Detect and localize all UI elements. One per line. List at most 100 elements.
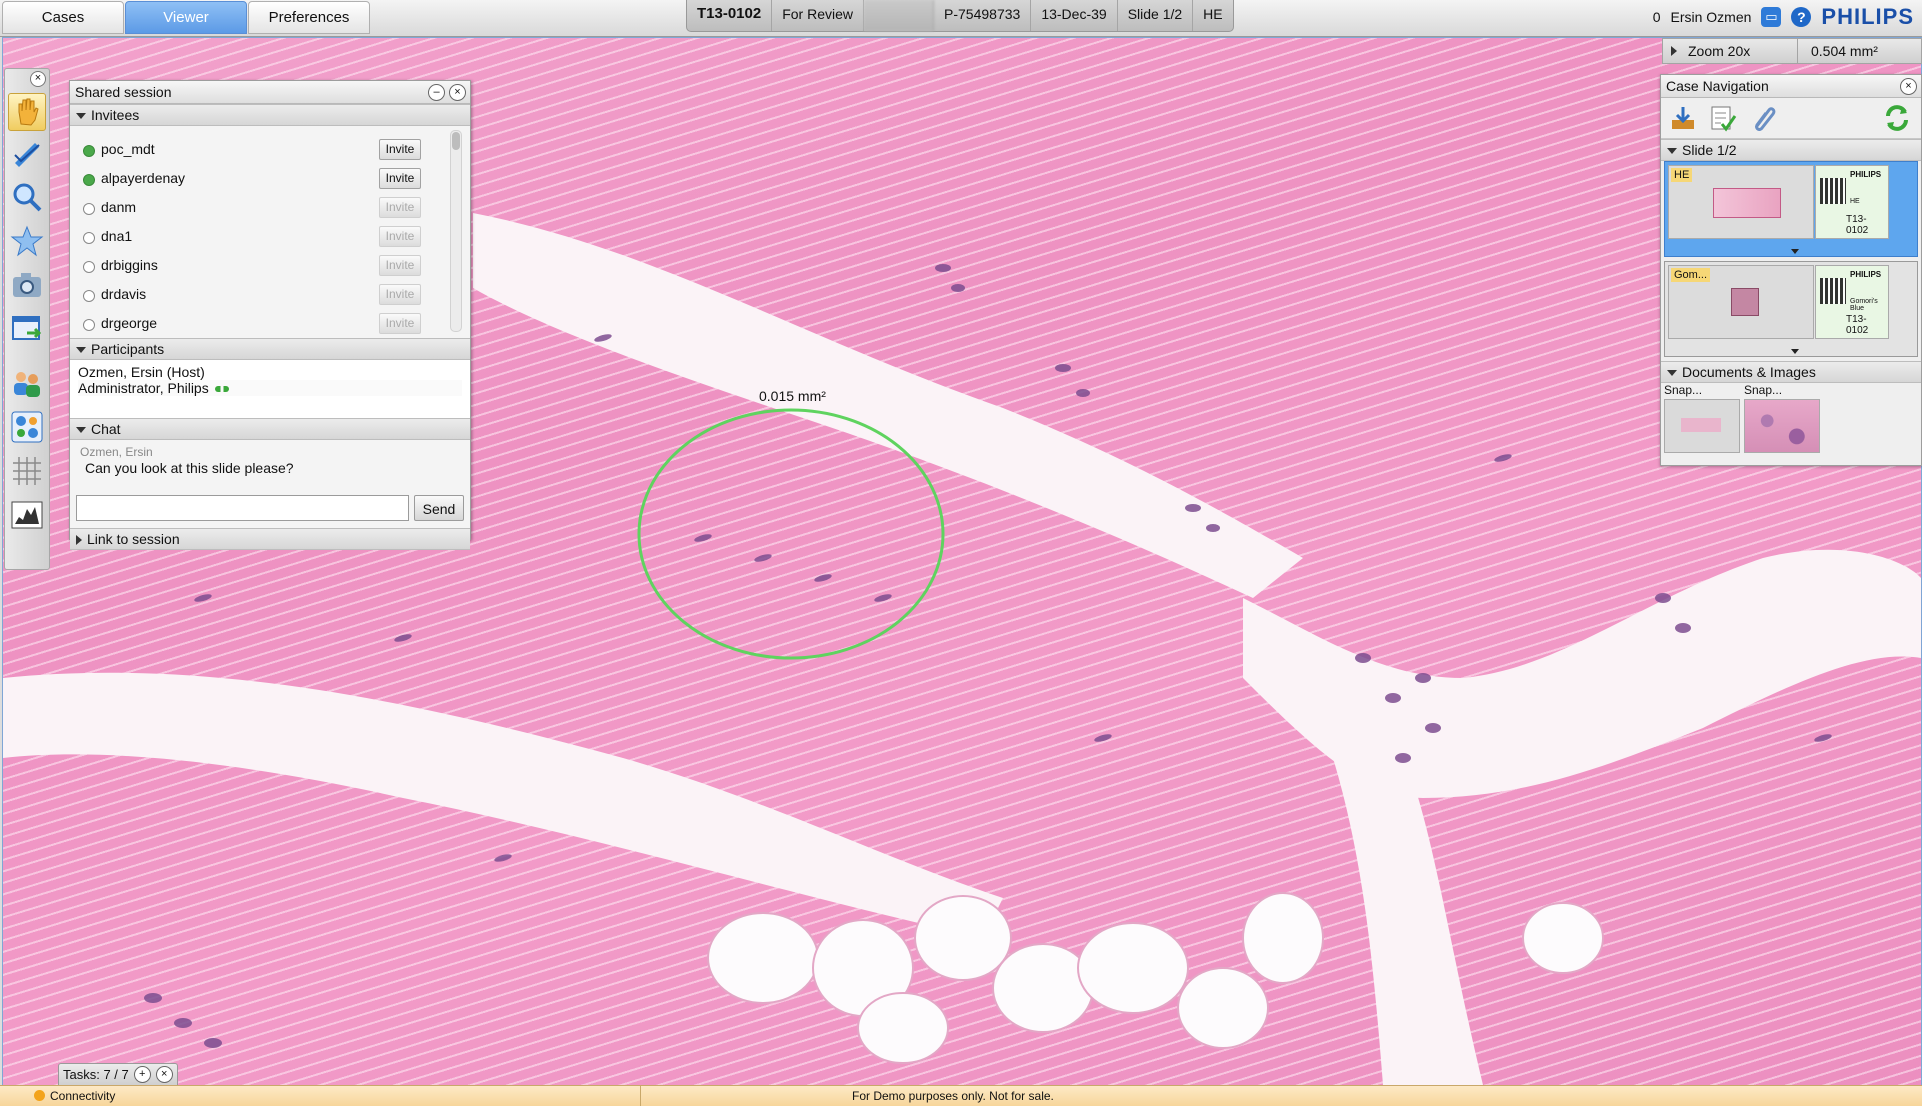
image-adjust-tool[interactable] xyxy=(9,497,45,533)
users-icon xyxy=(14,372,40,397)
invite-button[interactable]: Invite xyxy=(379,197,421,218)
download-icon[interactable] xyxy=(1669,104,1697,132)
send-button[interactable]: Send xyxy=(414,495,464,521)
document-thumbnail[interactable]: Snap... xyxy=(1664,383,1740,453)
chevron-down-icon xyxy=(1667,148,1677,155)
chat-section-header[interactable]: Chat xyxy=(70,418,470,440)
list-item: drgeorge Invite xyxy=(70,310,440,338)
tissue-thumbnail xyxy=(1731,288,1759,316)
chevron-down-icon[interactable] xyxy=(1791,249,1799,254)
section-label: Participants xyxy=(91,341,165,357)
share-session-tool[interactable] xyxy=(9,365,45,401)
status-bar: Connectivity For Demo purposes only. Not… xyxy=(0,1085,1922,1106)
invitee-name: danm xyxy=(101,199,137,215)
document-label: Snap... xyxy=(1744,383,1783,397)
connectivity-label[interactable]: Connectivity xyxy=(50,1089,115,1103)
invite-button[interactable]: Invite xyxy=(379,313,421,334)
invitees-section-header[interactable]: Invitees xyxy=(70,104,470,126)
divider xyxy=(640,1086,641,1106)
tasks-bar: Tasks: 7 / 7 + × xyxy=(58,1063,178,1086)
participant-role: Administrator, Philips xyxy=(78,380,462,396)
annotate-tool[interactable] xyxy=(9,135,45,171)
magnify-tool[interactable] xyxy=(9,179,45,215)
chevron-down-icon[interactable] xyxy=(1791,349,1799,354)
panel-title: Case Navigation × xyxy=(1661,75,1921,98)
expand-icon[interactable] xyxy=(1671,46,1677,56)
label-stain: Gomori's Blue xyxy=(1850,298,1878,312)
tab-viewer[interactable]: Viewer xyxy=(125,1,247,34)
invitee-name: drgeorge xyxy=(101,315,158,331)
label-stain: HE xyxy=(1850,198,1860,205)
zoom-level[interactable]: Zoom 20x xyxy=(1688,43,1750,59)
pan-tool[interactable] xyxy=(8,93,46,131)
snapshot-tool[interactable] xyxy=(9,267,45,303)
list-item: drbiggins Invite xyxy=(70,252,440,281)
cell-count-tool[interactable] xyxy=(9,409,45,445)
attachment-icon[interactable] xyxy=(1749,104,1777,132)
slide-thumbnail[interactable]: Gom... PHILIPS Gomori's Blue T13-0102 xyxy=(1664,261,1918,357)
document-label: Snap... xyxy=(1664,383,1703,397)
case-status: For Review xyxy=(772,0,865,31)
case-info-bar: T13-0102 For Review xxxxxxx P-75498733 1… xyxy=(686,0,1234,32)
favorite-tool[interactable] xyxy=(9,223,45,259)
export-tool[interactable] xyxy=(9,311,45,347)
invite-button[interactable]: Invite xyxy=(379,284,421,305)
refresh-icon[interactable] xyxy=(1883,104,1911,132)
tissue-thumbnail xyxy=(1681,418,1721,432)
list-item: danm Invite xyxy=(70,194,440,223)
invite-button[interactable]: Invite xyxy=(379,168,421,189)
tasks-count[interactable]: Tasks: 7 / 7 xyxy=(63,1064,129,1085)
offline-status-icon xyxy=(83,290,95,302)
chevron-down-icon xyxy=(76,427,86,434)
tissue-gap xyxy=(3,672,1003,938)
invite-button[interactable]: Invite xyxy=(379,139,421,160)
slide-thumbnail-selected[interactable]: HE PHILIPS HE T13-0102 xyxy=(1664,161,1918,257)
label-case-id: T13-0102 xyxy=(1846,214,1869,236)
close-icon[interactable]: × xyxy=(1900,78,1917,95)
monitor-icon[interactable]: ▭ xyxy=(1761,7,1782,27)
close-toolbar-icon[interactable]: × xyxy=(30,71,46,87)
user-area: 0 Ersin Ozmen ▭ ? PHILIPS xyxy=(1653,4,1914,30)
document-thumbnail[interactable]: Snap... xyxy=(1744,383,1820,453)
add-icon[interactable]: + xyxy=(133,1066,151,1083)
scrollbar-thumb[interactable] xyxy=(452,132,460,150)
top-bar: Cases Viewer Preferences T13-0102 For Re… xyxy=(0,0,1922,37)
chat-input[interactable] xyxy=(76,495,409,521)
close-icon[interactable]: × xyxy=(449,84,466,101)
section-label: Documents & Images xyxy=(1682,364,1816,380)
documents-section-header[interactable]: Documents & Images xyxy=(1661,361,1921,383)
close-icon[interactable]: × xyxy=(155,1066,173,1083)
user-name[interactable]: Ersin Ozmen xyxy=(1671,9,1752,25)
annotation-ellipse[interactable] xyxy=(637,408,945,660)
slide-section-header[interactable]: Slide 1/2 xyxy=(1661,139,1921,161)
panel-title: Shared session – × xyxy=(70,81,470,104)
grid-icon xyxy=(13,457,41,485)
invitees-scrollbar[interactable] xyxy=(450,130,462,332)
label-brand: PHILIPS xyxy=(1850,270,1882,279)
tissue-gap xyxy=(473,213,1303,598)
link-to-session-header[interactable]: Link to session xyxy=(70,528,470,550)
tab-preferences[interactable]: Preferences xyxy=(248,1,370,34)
demo-notice: For Demo purposes only. Not for sale. xyxy=(852,1089,1054,1103)
invite-button[interactable]: Invite xyxy=(379,255,421,276)
stain-indicator: HE xyxy=(1203,6,1223,22)
snapshot-image xyxy=(1664,399,1740,453)
offline-status-icon xyxy=(83,232,95,244)
help-icon[interactable]: ? xyxy=(1791,7,1812,27)
snapshot-image xyxy=(1744,399,1820,453)
minimize-icon[interactable]: – xyxy=(428,84,445,101)
grid-tool[interactable] xyxy=(9,453,45,489)
participants-section-header[interactable]: Participants xyxy=(70,338,470,360)
cells-icon xyxy=(11,411,43,443)
connectivity-status-icon xyxy=(34,1090,45,1101)
offline-status-icon xyxy=(83,319,95,331)
invite-button[interactable]: Invite xyxy=(379,226,421,247)
notification-count[interactable]: 0 xyxy=(1653,9,1661,25)
panel-title-text: Case Navigation xyxy=(1666,78,1769,94)
tab-cases[interactable]: Cases xyxy=(2,1,124,34)
chat-author: Ozmen, Ersin xyxy=(80,445,153,459)
list-item: drdavis Invite xyxy=(70,281,440,310)
documents-section: Documents & Images Snap... Snap... xyxy=(1661,361,1921,453)
checklist-icon[interactable] xyxy=(1709,104,1737,132)
case-id[interactable]: T13-0102 xyxy=(687,0,773,31)
